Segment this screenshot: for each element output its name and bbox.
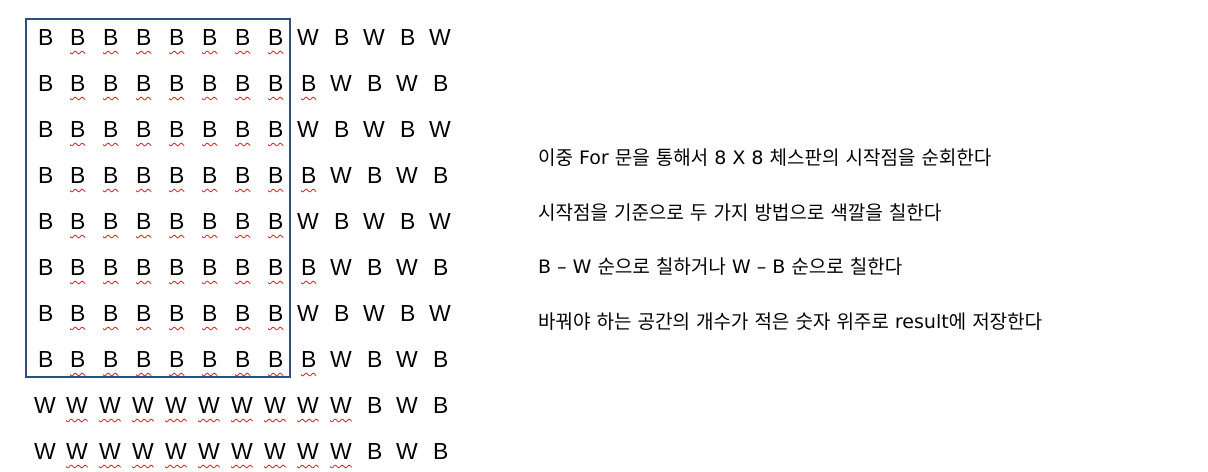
grid-cell: B	[367, 392, 383, 418]
grid-cell: W	[363, 300, 385, 326]
grid-cell: W	[231, 438, 253, 464]
grid-cell: W	[231, 392, 253, 418]
grid-cell: B	[301, 346, 317, 372]
grid-cell: B	[400, 300, 416, 326]
grid-cell: W	[297, 208, 319, 234]
grid-cell: B	[433, 70, 449, 96]
grid-cell: W	[363, 116, 385, 142]
grid-cell: W	[363, 208, 385, 234]
note-line: 바꿔야 하는 공간의 개수가 적은 숫자 위주로 result에 저장한다	[538, 310, 1043, 333]
grid-cell: B	[433, 162, 449, 188]
grid-cell: W	[429, 116, 451, 142]
grid-cell: W	[66, 392, 88, 418]
grid-cell: W	[165, 438, 187, 464]
grid-cell: W	[330, 254, 352, 280]
grid-cell: W	[396, 162, 418, 188]
grid-cell: B	[367, 346, 383, 372]
grid-cell: B	[433, 254, 449, 280]
grid-cell: W	[396, 254, 418, 280]
grid-cell: W	[429, 300, 451, 326]
grid-cell: W	[34, 392, 56, 418]
grid-cell: W	[396, 346, 418, 372]
grid-cell: W	[297, 438, 319, 464]
grid-cell: W	[330, 70, 352, 96]
grid-cell: W	[396, 392, 418, 418]
grid-cell: W	[66, 438, 88, 464]
grid-cell: W	[99, 438, 121, 464]
grid-cell: B	[334, 300, 350, 326]
grid-cell: W	[132, 438, 154, 464]
grid-cell: W	[165, 392, 187, 418]
grid-cell: W	[264, 392, 286, 418]
grid-cell: B	[367, 254, 383, 280]
grid-cell: W	[429, 24, 451, 50]
grid-cell: B	[400, 24, 416, 50]
grid-cell: B	[334, 208, 350, 234]
grid-cell: W	[330, 346, 352, 372]
grid-cell: W	[429, 208, 451, 234]
grid-cell: W	[99, 392, 121, 418]
grid-cell: B	[400, 208, 416, 234]
notes: 이중 For 문을 통해서 8 X 8 체스판의 시작점을 순회한다 시작점을 …	[538, 144, 1042, 362]
chessboard-frame	[25, 18, 291, 378]
grid-cell: W	[34, 438, 56, 464]
grid-cell: W	[297, 300, 319, 326]
grid-cell: B	[334, 116, 350, 142]
grid-cell: W	[297, 116, 319, 142]
grid-cell: B	[433, 392, 449, 418]
note-line: B – W 순으로 칠하거나 W – B 순으로 칠한다	[538, 256, 903, 278]
note-line: 이중 For 문을 통해서 8 X 8 체스판의 시작점을 순회한다	[538, 147, 992, 169]
grid-cell: W	[198, 438, 220, 464]
document-page: BBBBBBBBWBWBWBBBBBBBBBWBWBBBBBBBBBWBWBWB…	[0, 0, 1208, 472]
grid-cell: W	[198, 392, 220, 418]
grid-cell: B	[400, 116, 416, 142]
grid-cell: B	[301, 254, 317, 280]
grid-cell: B	[334, 24, 350, 50]
grid-cell: W	[297, 392, 319, 418]
grid-cell: W	[330, 162, 352, 188]
grid-cell: B	[367, 70, 383, 96]
grid-cell: B	[301, 162, 317, 188]
grid-cell: W	[396, 70, 418, 96]
grid-cell: W	[363, 24, 385, 50]
grid-cell: B	[301, 70, 317, 96]
grid-cell: W	[264, 438, 286, 464]
grid-cell: B	[367, 162, 383, 188]
grid-cell: W	[132, 392, 154, 418]
grid-cell: B	[433, 438, 449, 464]
note-line: 시작점을 기준으로 두 가지 방법으로 색깔을 칠한다	[538, 201, 942, 224]
grid-cell: B	[367, 438, 383, 464]
grid-cell: B	[433, 346, 449, 372]
grid-cell: W	[330, 392, 352, 418]
grid-cell: W	[297, 24, 319, 50]
grid-cell: W	[330, 438, 352, 464]
grid-cell: W	[396, 438, 418, 464]
